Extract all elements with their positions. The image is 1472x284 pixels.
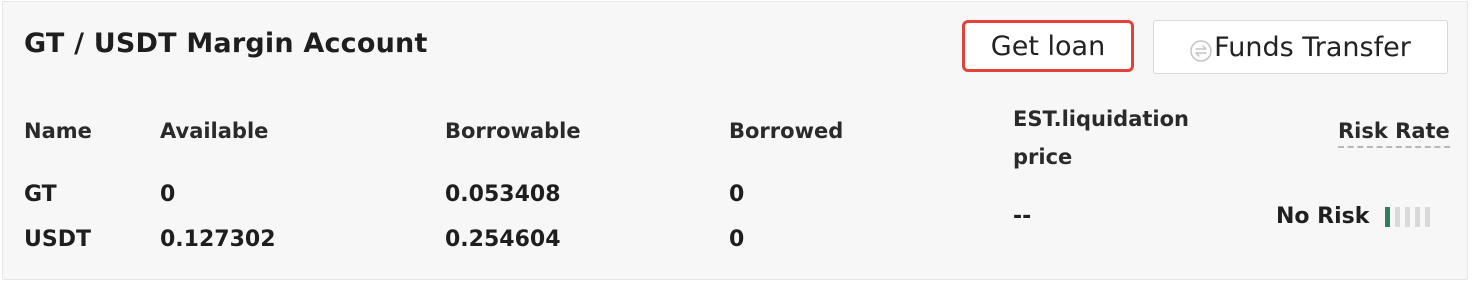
- row-usdt-borrowed: 0: [729, 227, 745, 252]
- get-loan-button[interactable]: Get loan: [962, 20, 1134, 72]
- row-gt-borrowable: 0.053408: [445, 182, 561, 207]
- risk-level-bar: [1395, 207, 1400, 227]
- risk-rate-label: No Risk: [1276, 204, 1370, 229]
- header-borrowed: Borrowed: [729, 119, 844, 143]
- header-est-liquidation-price: EST.liquidation price: [1013, 107, 1189, 169]
- account-title: GT / USDT Margin Account: [24, 28, 428, 59]
- row-gt-name: GT: [24, 182, 57, 207]
- est-liquidation-price-value: --: [1013, 204, 1032, 229]
- funds-transfer-label: Funds Transfer: [1214, 31, 1411, 63]
- row-usdt-name: USDT: [24, 227, 91, 252]
- row-usdt-borrowable: 0.254604: [445, 227, 561, 252]
- row-gt-available: 0: [160, 182, 176, 207]
- risk-level-indicator: [1385, 207, 1430, 227]
- risk-level-bar: [1415, 207, 1420, 227]
- row-usdt-available: 0.127302: [160, 227, 276, 252]
- header-risk-rate[interactable]: Risk Rate: [1338, 119, 1450, 148]
- header-borrowable: Borrowable: [445, 119, 581, 143]
- row-gt-borrowed: 0: [729, 182, 745, 207]
- get-loan-label: Get loan: [990, 30, 1106, 62]
- risk-level-bar: [1405, 207, 1410, 227]
- risk-level-bar: [1385, 207, 1390, 227]
- swap-icon: [1190, 38, 1212, 62]
- header-available: Available: [160, 119, 269, 143]
- header-name: Name: [24, 119, 92, 143]
- funds-transfer-button[interactable]: Funds Transfer: [1153, 20, 1448, 74]
- risk-level-bar: [1425, 207, 1430, 227]
